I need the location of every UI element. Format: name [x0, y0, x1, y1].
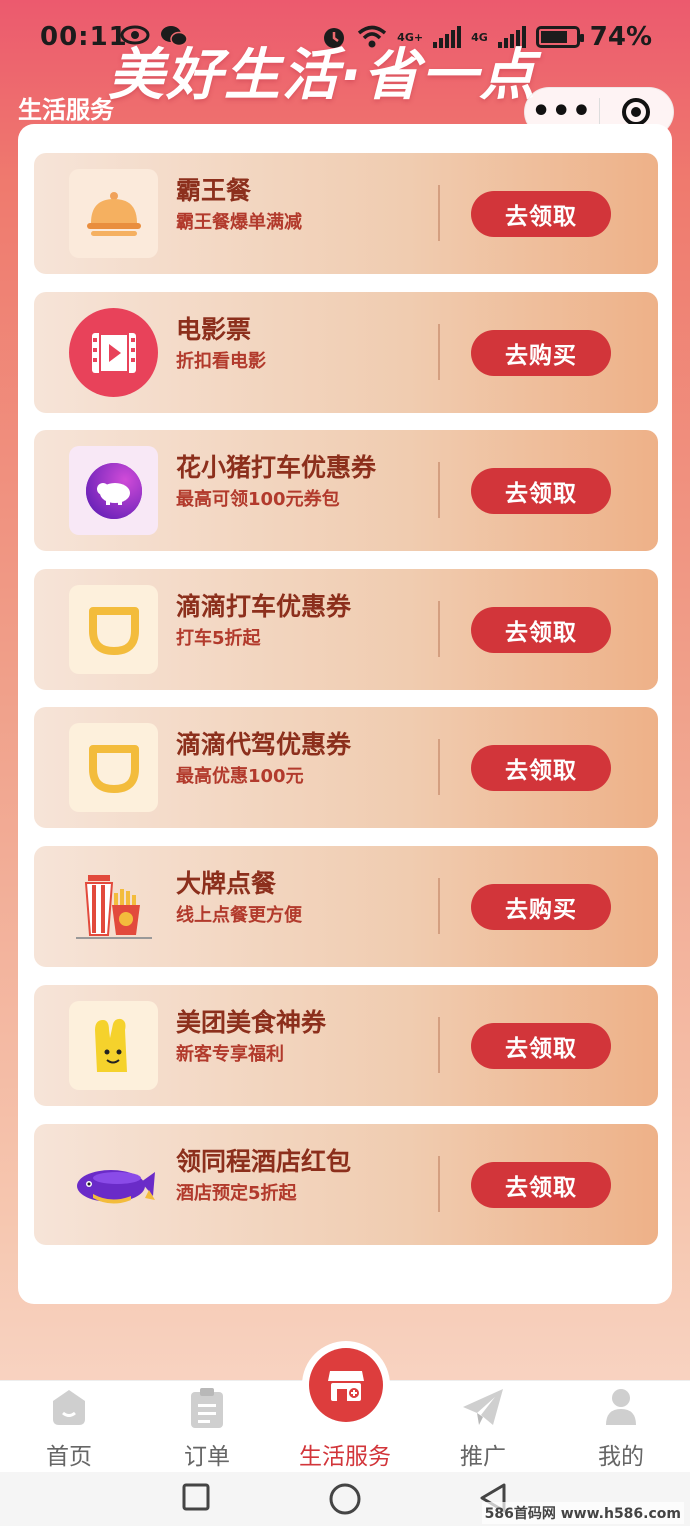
store-icon	[328, 1371, 364, 1401]
tab-label: 首页	[46, 1444, 92, 1470]
home-button[interactable]	[328, 1482, 362, 1516]
tab-promote[interactable]: 推广	[414, 1381, 552, 1473]
card-subtitle: 打车5折起	[176, 628, 261, 649]
card-divider	[438, 601, 440, 657]
service-card-huaxiaozhu[interactable]: 花小猪打车优惠券 最高可领100元券包 去领取	[34, 430, 658, 551]
card-title: 滴滴代驾优惠券	[176, 730, 352, 759]
didi-logo-icon	[69, 723, 158, 812]
claim-button[interactable]: 去领取	[471, 1162, 611, 1208]
service-card-didi-driver[interactable]: 滴滴代驾优惠券 最高优惠100元 去领取	[34, 707, 658, 828]
card-title: 霸王餐	[176, 176, 252, 205]
tongcheng-whale-icon	[69, 1140, 158, 1229]
target-close-icon	[622, 98, 651, 126]
card-title: 滴滴打车优惠券	[176, 592, 352, 621]
buy-button[interactable]: 去购买	[471, 330, 611, 376]
tab-home[interactable]: 首页	[0, 1381, 138, 1473]
card-title: 电影票	[176, 315, 252, 344]
claim-button[interactable]: 去领取	[471, 607, 611, 653]
claim-button[interactable]: 去领取	[471, 468, 611, 514]
card-subtitle: 最高可领100元券包	[176, 489, 340, 510]
movie-film-icon	[69, 308, 158, 397]
page-title: 生活服务	[18, 96, 114, 124]
card-divider	[438, 462, 440, 518]
claim-button[interactable]: 去领取	[471, 1023, 611, 1069]
card-subtitle: 最高优惠100元	[176, 766, 304, 787]
service-card-brand-order[interactable]: 大牌点餐 线上点餐更方便 去购买	[34, 846, 658, 967]
service-card-tongcheng[interactable]: 领同程酒店红包 酒店预定5折起 去领取	[34, 1124, 658, 1245]
more-menu-button[interactable]: •••	[525, 97, 599, 127]
home-icon	[53, 1390, 85, 1425]
meituan-mascot-icon	[69, 1001, 158, 1090]
card-divider	[438, 739, 440, 795]
banner-title: 美好生活·省一点	[108, 43, 538, 108]
user-icon	[606, 1389, 636, 1425]
card-title: 领同程酒店红包	[176, 1147, 352, 1176]
card-subtitle: 酒店预定5折起	[176, 1183, 297, 1204]
tab-label: 生活服务	[299, 1444, 391, 1470]
fastfood-icon	[69, 862, 158, 951]
claim-button[interactable]: 去领取	[471, 745, 611, 791]
card-divider	[438, 324, 440, 380]
life-services-fab[interactable]	[302, 1341, 390, 1429]
battery-percent: 74%	[589, 22, 652, 52]
huaxiaozhu-pig-icon	[69, 446, 158, 535]
card-subtitle: 新客专享福利	[176, 1044, 284, 1065]
card-subtitle: 霸王餐爆单满减	[176, 212, 302, 233]
card-subtitle: 线上点餐更方便	[176, 905, 302, 926]
paper-plane-icon	[463, 1389, 503, 1425]
tab-label: 推广	[460, 1444, 506, 1470]
recent-apps-button[interactable]	[181, 1482, 211, 1512]
service-card-movie[interactable]: 电影票 折扣看电影 去购买	[34, 292, 658, 413]
service-card-bawangcan[interactable]: 霸王餐 霸王餐爆单满减 去领取	[34, 153, 658, 274]
buy-button[interactable]: 去购买	[471, 884, 611, 930]
card-title: 大牌点餐	[176, 869, 277, 898]
close-miniprogram-button[interactable]	[600, 98, 674, 126]
service-card-didi-taxi[interactable]: 滴滴打车优惠券 打车5折起 去领取	[34, 569, 658, 690]
fab-inner	[309, 1348, 383, 1422]
card-title: 美团美食神券	[176, 1008, 327, 1037]
tab-orders[interactable]: 订单	[138, 1381, 276, 1473]
didi-logo-icon	[69, 585, 158, 674]
site-watermark: 586首码网 www.h586.com	[481, 1502, 684, 1524]
card-title: 花小猪打车优惠券	[176, 453, 377, 482]
battery-icon	[535, 26, 584, 48]
card-divider	[438, 1017, 440, 1073]
tab-label: 订单	[184, 1444, 230, 1470]
tab-label: 我的	[598, 1444, 644, 1470]
card-divider	[438, 1156, 440, 1212]
tab-mine[interactable]: 我的	[552, 1381, 690, 1473]
claim-button[interactable]: 去领取	[471, 191, 611, 237]
clipboard-icon	[191, 1388, 223, 1428]
card-divider	[438, 185, 440, 241]
card-divider	[438, 878, 440, 934]
service-card-meituan[interactable]: 美团美食神券 新客专享福利 去领取	[34, 985, 658, 1106]
card-subtitle: 折扣看电影	[176, 351, 266, 372]
food-cover-icon	[69, 169, 158, 258]
